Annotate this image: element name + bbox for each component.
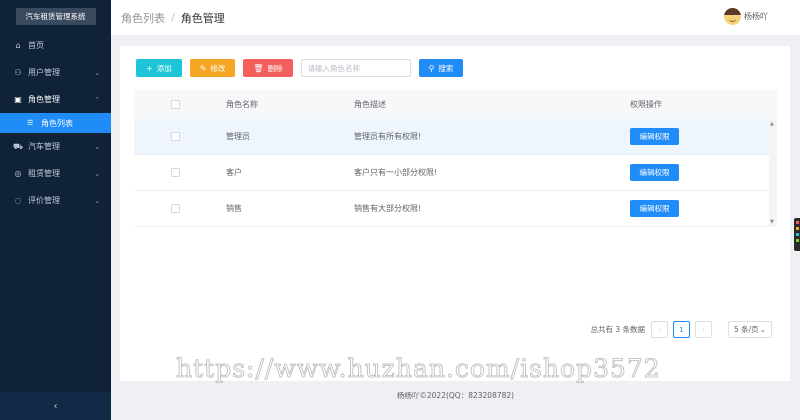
comment-icon: ◌ (14, 196, 22, 205)
sidebar-subitem-label: 角色列表 (41, 118, 73, 128)
action-cell: 编辑权限 (630, 164, 760, 181)
sidebar-item-users[interactable]: ⚇ 用户管理 ⌄ (0, 59, 111, 86)
delete-button[interactable]: 🗑 删除 (243, 59, 293, 77)
pagination: 总共有 3 条数据 ‹ 1 › 5 条/页 ⌄ (590, 321, 772, 338)
trash-icon: 🗑 (253, 63, 264, 73)
chevron-left-icon: ‹ (53, 400, 58, 412)
role-name-cell: 客户 (226, 168, 242, 177)
edit-button[interactable]: ✎ 修改 (189, 59, 236, 77)
sidebar-item-reviews[interactable]: ◌ 评价管理 ⌄ (0, 187, 111, 214)
edit-permission-button[interactable]: 编辑权限 (630, 164, 679, 181)
sidebar-item-rentals[interactable]: ◎ 租赁管理 ⌄ (0, 160, 111, 187)
edit-permission-button[interactable]: 编辑权限 (630, 128, 679, 145)
plus-icon: + (146, 63, 153, 73)
next-page-button[interactable]: › (695, 321, 712, 338)
edit-permission-button[interactable]: 编辑权限 (630, 200, 679, 217)
sidebar-collapse-button[interactable]: ‹ (0, 392, 111, 420)
role-name-cell: 管理员 (226, 132, 250, 141)
list-icon: ☰ (27, 119, 34, 127)
toolbar: + 添加 ✎ 修改 🗑 删除 ⚲ 搜索 (136, 59, 471, 77)
column-header-desc: 角色描述 (354, 100, 386, 109)
sidebar-item-label: 角色管理 (28, 95, 60, 104)
chevron-right-icon: › (702, 325, 705, 334)
delete-button-label: 删除 (267, 63, 283, 73)
role-desc-cell: 客户只有一小部分权限! (354, 168, 438, 177)
column-header-action: 权限操作 (630, 100, 662, 109)
edit-button-label: 修改 (210, 63, 226, 73)
sidebar-item-label: 用户管理 (28, 68, 60, 77)
row-check-cell (134, 132, 216, 141)
sidebar-item-label: 租赁管理 (28, 169, 60, 178)
row-checkbox[interactable] (170, 132, 180, 141)
table-header: 角色名称 角色描述 权限操作 (134, 90, 777, 119)
sidebar-item-roles[interactable]: ▣ 角色管理 ⌃ (0, 86, 111, 113)
row-checkbox[interactable] (170, 168, 180, 177)
side-toolbar-widget[interactable] (794, 218, 800, 251)
roles-table: 角色名称 角色描述 权限操作 管理员 管理员有所有权限! 编辑权限 客户 客户只… (134, 90, 777, 228)
scroll-up-icon[interactable]: ▲ (770, 121, 774, 127)
search-button-label: 搜索 (438, 63, 454, 73)
sidebar-item-label: 汽车管理 (28, 142, 60, 151)
row-check-cell (134, 168, 216, 177)
role-desc-cell: 销售有大部分权限! (354, 204, 422, 213)
page-size-select[interactable]: 5 条/页 ⌄ (728, 321, 772, 338)
chevron-left-icon: ‹ (658, 325, 661, 334)
sidebar-item-home[interactable]: ⌂ 首页 (0, 32, 111, 59)
table-scrollbar[interactable]: ▲ ▼ (769, 119, 777, 227)
chevron-down-icon: ⌄ (94, 169, 100, 178)
user-menu[interactable]: 杨杨吖 (724, 8, 768, 25)
sidebar: 汽车租赁管理系统 ⌂ 首页 ⚇ 用户管理 ⌄ ▣ 角色管理 ⌃ ☰ 角色列表 ⛟… (0, 0, 111, 420)
role-desc-cell: 管理员有所有权限! (354, 132, 422, 141)
add-button-label: 添加 (156, 63, 172, 73)
app-logo: 汽车租赁管理系统 (15, 7, 96, 25)
breadcrumb-parent[interactable]: 角色列表 (121, 10, 165, 26)
select-all-checkbox[interactable] (170, 100, 180, 109)
chevron-down-icon: ⌄ (759, 325, 766, 334)
pagination-total: 总共有 3 条数据 (590, 325, 645, 334)
username[interactable]: 杨杨吖 (744, 11, 768, 22)
chevron-down-icon: ⌄ (94, 196, 100, 205)
top-header: 角色列表 / 角色管理 杨杨吖 (111, 0, 800, 35)
table-row[interactable]: 客户 客户只有一小部分权限! 编辑权限 (134, 155, 777, 191)
column-header-name: 角色名称 (226, 100, 258, 109)
table-row[interactable]: 销售 销售有大部分权限! 编辑权限 (134, 191, 777, 227)
search-button[interactable]: ⚲ 搜索 (418, 59, 464, 77)
scroll-down-icon[interactable]: ▼ (770, 219, 774, 225)
row-check-cell (134, 204, 216, 213)
add-button[interactable]: + 添加 (136, 59, 182, 77)
table-row[interactable]: 管理员 管理员有所有权限! 编辑权限 (134, 119, 777, 155)
page-size-value: 5 条/页 (734, 325, 759, 334)
search-icon: ⚲ (428, 63, 435, 73)
page-number-button[interactable]: 1 (673, 321, 690, 338)
prev-page-button[interactable]: ‹ (651, 321, 668, 338)
breadcrumb-current: 角色管理 (180, 11, 225, 25)
chevron-down-icon: ⌄ (94, 68, 100, 77)
avatar[interactable] (724, 8, 741, 25)
sidebar-item-label: 首页 (28, 41, 44, 50)
sidebar-item-cars[interactable]: ⛟ 汽车管理 ⌄ (0, 133, 111, 160)
car-icon: ⛟ (13, 141, 24, 151)
chevron-up-icon: ⌃ (94, 95, 100, 104)
rental-icon: ◎ (14, 169, 22, 178)
watermark: https://www.huzhan.com/ishop3572 (176, 354, 661, 384)
row-checkbox[interactable] (170, 204, 180, 213)
role-name-cell: 销售 (226, 204, 242, 213)
sidebar-subitem-role-list[interactable]: ☰ 角色列表 (0, 113, 111, 133)
page-footer: 杨杨吖©2022(QQ：823208782) (396, 391, 515, 400)
chevron-down-icon: ⌄ (94, 142, 100, 151)
breadcrumb-separator: / (171, 11, 175, 24)
sidebar-item-label: 评价管理 (28, 196, 60, 205)
pencil-icon: ✎ (199, 63, 207, 73)
home-icon: ⌂ (15, 41, 21, 50)
id-card-icon: ▣ (14, 95, 22, 104)
content-panel: + 添加 ✎ 修改 🗑 删除 ⚲ 搜索 角色名称 角色描述 权限操作 (120, 46, 790, 381)
logo-area: 汽车租赁管理系统 (0, 0, 111, 32)
action-cell: 编辑权限 (630, 128, 760, 145)
role-name-search-input[interactable] (300, 59, 411, 77)
sidebar-menu: ⌂ 首页 ⚇ 用户管理 ⌄ ▣ 角色管理 ⌃ ☰ 角色列表 ⛟ 汽车管理 ⌄ ◎… (0, 32, 111, 214)
select-all-cell (134, 100, 216, 109)
users-icon: ⚇ (14, 68, 22, 77)
action-cell: 编辑权限 (630, 200, 760, 217)
